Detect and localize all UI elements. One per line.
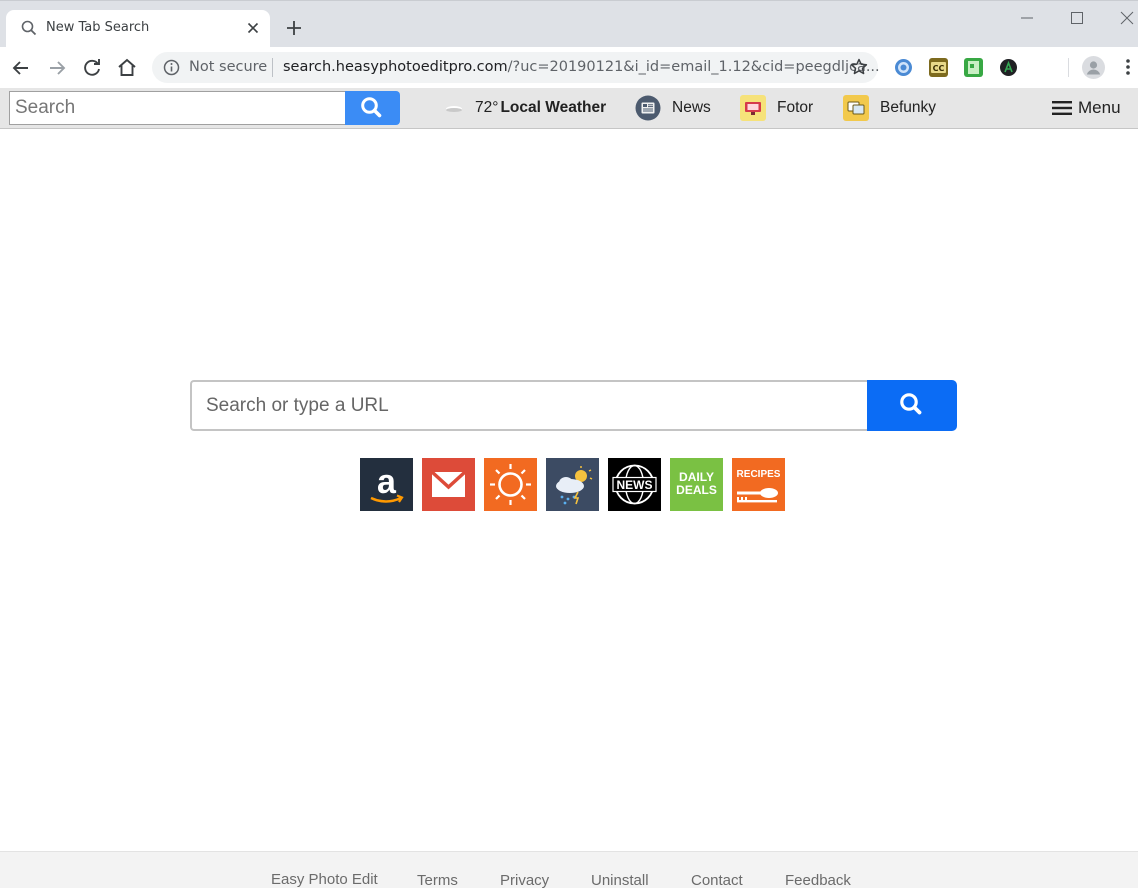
- weather-temperature: 72°: [475, 99, 499, 116]
- footer-uninstall-link[interactable]: Uninstall: [591, 872, 649, 888]
- fotor-label: Fotor: [777, 99, 814, 116]
- main-search-box: [190, 380, 957, 431]
- news-icon: [635, 95, 661, 121]
- tab-close-icon[interactable]: [245, 20, 261, 36]
- amazon-tile[interactable]: a: [360, 458, 413, 511]
- url-host: search.heasyphotoeditpro.com: [283, 59, 508, 75]
- daily-deals-tile[interactable]: DAILY DEALS: [670, 458, 723, 511]
- toolbar-search-button[interactable]: [345, 91, 400, 125]
- home-icon[interactable]: [115, 56, 139, 80]
- search-icon: [361, 97, 382, 118]
- weather-label: Local Weather: [500, 99, 607, 116]
- news-tile[interactable]: NEWS: [608, 458, 661, 511]
- news-tile-label: NEWS: [617, 478, 653, 492]
- recipes-tile[interactable]: RECIPES: [732, 458, 785, 511]
- page-footer: Easy Photo Edit Terms Privacy Uninstall …: [0, 851, 1138, 888]
- browser-menu-icon[interactable]: [1119, 57, 1137, 77]
- bookmark-star-icon[interactable]: [849, 57, 869, 77]
- forward-arrow-icon[interactable]: [45, 56, 69, 80]
- search-icon: [900, 393, 922, 415]
- fotor-link[interactable]: Fotor: [740, 88, 813, 128]
- news-link[interactable]: News: [635, 88, 711, 128]
- cc-extension-icon[interactable]: CC: [929, 58, 948, 77]
- svg-text:a: a: [377, 463, 397, 501]
- address-separator: [272, 58, 273, 77]
- browser-tab-strip: New Tab Search: [0, 0, 1138, 48]
- window-close-icon[interactable]: [1116, 7, 1138, 29]
- hamburger-icon: [1052, 101, 1072, 115]
- fotor-icon: [740, 95, 766, 121]
- tab-title: New Tab Search: [46, 20, 150, 35]
- toolbar-separator: [1068, 58, 1069, 77]
- svg-text:CC: CC: [933, 64, 945, 73]
- footer-terms-link[interactable]: Terms: [417, 872, 458, 888]
- footer-brand-link[interactable]: Easy Photo Edit: [271, 871, 378, 888]
- search-toolbar: 72°Local Weather News Fotor Befunky Menu: [0, 88, 1138, 129]
- footer-contact-link[interactable]: Contact: [691, 872, 743, 888]
- daily-deals-line2: DEALS: [676, 483, 717, 497]
- main-search-button[interactable]: [867, 380, 957, 431]
- security-label[interactable]: Not secure: [189, 59, 267, 75]
- url-path: /?uc=20190121&i_id=email_1.12&cid=peegdl…: [507, 59, 880, 75]
- reload-icon[interactable]: [80, 56, 104, 80]
- recipes-tile-label: RECIPES: [737, 469, 781, 480]
- info-icon[interactable]: [163, 59, 180, 76]
- url-text[interactable]: search.heasyphotoeditpro.com/?uc=2019012…: [283, 59, 880, 75]
- green-extension-icon[interactable]: [964, 58, 983, 77]
- minimize-icon[interactable]: [1016, 7, 1038, 29]
- gmail-tile[interactable]: [422, 458, 475, 511]
- footer-feedback-link[interactable]: Feedback: [785, 872, 851, 888]
- menu-label: Menu: [1078, 98, 1121, 117]
- toolbar-search-input[interactable]: [9, 91, 345, 125]
- news-label: News: [672, 99, 711, 116]
- daily-deals-line1: DAILY: [679, 470, 714, 484]
- weather-storm-tile[interactable]: [546, 458, 599, 511]
- befunky-icon: [843, 95, 869, 121]
- globe-extension-icon[interactable]: [894, 58, 913, 77]
- browser-tab[interactable]: New Tab Search: [6, 10, 270, 48]
- new-tab-icon[interactable]: [284, 18, 304, 38]
- profile-avatar[interactable]: [1082, 56, 1105, 79]
- footer-privacy-link[interactable]: Privacy: [500, 872, 549, 888]
- profile-icon: [1086, 61, 1101, 75]
- tab-search-icon: [21, 20, 37, 36]
- address-bar[interactable]: Not secure search.heasyphotoeditpro.com/…: [152, 52, 880, 83]
- befunky-link[interactable]: Befunky: [843, 88, 936, 128]
- befunky-label: Befunky: [880, 99, 937, 116]
- maximize-icon[interactable]: [1066, 7, 1088, 29]
- local-weather-link[interactable]: 72° Local Weather: [444, 88, 606, 128]
- browser-toolbar: Not secure search.heasyphotoeditpro.com/…: [0, 47, 1138, 88]
- menu-button[interactable]: Menu: [1052, 88, 1121, 128]
- weather-sun-tile[interactable]: [484, 458, 537, 511]
- back-arrow-icon[interactable]: [9, 56, 33, 80]
- a-extension-icon[interactable]: [999, 58, 1018, 77]
- cloud-icon: [446, 106, 462, 112]
- main-search-input[interactable]: [190, 380, 868, 431]
